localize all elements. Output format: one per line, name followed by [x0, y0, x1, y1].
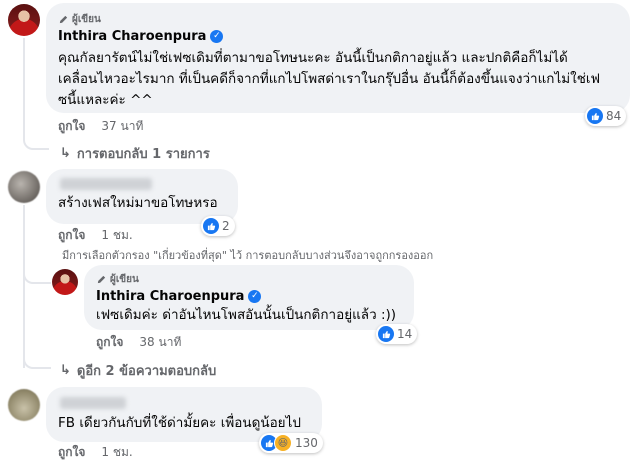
like-button[interactable]: ถูกใจ	[58, 443, 85, 462]
avatar[interactable]	[52, 269, 78, 295]
comment-text-line-3: ซนี้แหละค่ะ ^^	[58, 92, 153, 108]
verified-badge-icon: ✓	[248, 290, 262, 303]
haha-reaction-icon: 😆	[274, 434, 292, 452]
timestamp[interactable]: 38 นาที	[139, 333, 181, 352]
timestamp[interactable]: 37 นาที	[101, 117, 143, 136]
filter-notice: มีการเลือกตัวกรอง "เกี่ยวข้องที่สุด" ไว้…	[62, 249, 434, 262]
thread-line	[23, 205, 25, 368]
reply-actions: ถูกใจ 38 นาที	[96, 333, 181, 352]
comment-actions: ถูกใจ 37 นาที	[58, 117, 143, 136]
blurred-commenter-name[interactable]	[60, 397, 126, 409]
like-button[interactable]: ถูกใจ	[58, 226, 85, 245]
blurred-commenter-name[interactable]	[60, 178, 152, 190]
like-reaction-icon	[378, 326, 394, 342]
like-button[interactable]: ถูกใจ	[96, 333, 123, 352]
thread-line	[23, 355, 51, 369]
commenter-name[interactable]: Inthira Charoenpura ✓	[96, 289, 262, 304]
comment-actions: ถูกใจ 1 ชม.	[58, 226, 133, 245]
view-replies-link[interactable]: ↳ การตอบกลับ 1 รายการ	[60, 143, 210, 164]
view-more-replies-link[interactable]: ↳ ดูอีก 2 ข้อความตอบกลับ	[60, 360, 216, 381]
commenter-name[interactable]: Inthira Charoenpura ✓	[58, 29, 224, 44]
timestamp[interactable]: 1 ชม.	[101, 443, 132, 462]
comment-text-line-2: เคลื่อนไหวอะไรมาก ที่เป็นคดีก็จากที่แกไป…	[58, 71, 601, 87]
avatar[interactable]	[8, 4, 40, 36]
reply-arrow-icon: ↳	[60, 146, 71, 161]
author-badge: ผู้เขียน	[58, 12, 101, 27]
pen-icon	[59, 15, 68, 24]
reaction-summary[interactable]: 😆 130	[259, 433, 323, 453]
verified-badge-icon: ✓	[210, 30, 224, 43]
timestamp[interactable]: 1 ชม.	[101, 226, 132, 245]
reply-text: เฟซเดิมค่ะ ด่าอันไหนโพสอันนั้นเป็นกติกาอ…	[96, 307, 397, 323]
reaction-summary[interactable]: 84	[585, 106, 627, 126]
like-reaction-icon	[203, 218, 219, 234]
author-badge: ผู้เขียน	[96, 272, 139, 287]
pen-icon	[97, 275, 106, 284]
reaction-summary[interactable]: 2	[201, 216, 235, 236]
thread-line	[23, 270, 51, 284]
avatar[interactable]	[8, 171, 40, 203]
reply-arrow-icon: ↳	[60, 363, 71, 378]
like-button[interactable]: ถูกใจ	[58, 117, 85, 136]
like-reaction-icon	[587, 108, 603, 124]
comment-text: สร้างเฟสใหม่มาขอโทษหรอ	[58, 195, 218, 211]
comment-text: FB เดียวกันกับที่ใช้ด่ามั้ยคะ เพื่อนดูน้…	[58, 415, 301, 431]
comment-text-line-1: คุณกัลยารัตน์ไม่ใช่เฟซเดิมที่ตามาขอโทษนะ…	[58, 50, 568, 66]
reaction-summary[interactable]: 14	[376, 324, 418, 344]
avatar[interactable]	[8, 389, 40, 421]
thread-line	[23, 38, 49, 150]
comment-actions: ถูกใจ 1 ชม.	[58, 443, 133, 462]
